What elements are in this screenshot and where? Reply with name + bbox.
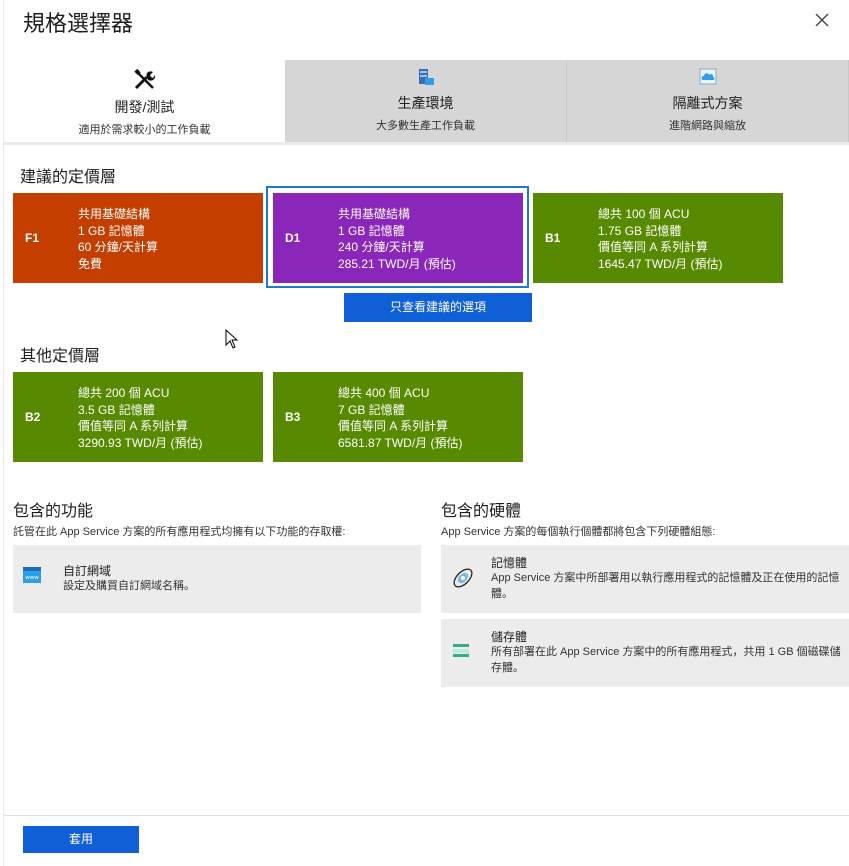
tier-details: 總共 100 個 ACU 1.75 GB 記憶體 價值等同 A 系列計算 164… <box>598 206 722 272</box>
tier-line: 240 分鐘/天計算 <box>338 240 425 254</box>
feature-desc: 設定及購買自訂網域名稱。 <box>63 580 195 592</box>
mouse-cursor-icon <box>225 329 239 349</box>
footer-divider <box>4 815 849 816</box>
memory-icon <box>453 568 473 588</box>
tab-isolated[interactable]: 隔離式方案 進階網路與縮放 <box>567 60 849 142</box>
hardware-desc-storage: 所有部署在此 App Service 方案中的所有應用程式，共用 1 GB 個磁… <box>491 646 841 674</box>
other-title: 其他定價層 <box>20 348 101 365</box>
tab-isolated-sub: 進階網路與縮放 <box>669 120 746 132</box>
tier-code: B3 <box>285 410 301 424</box>
tier-line: 1 GB 記憶體 <box>338 223 405 238</box>
apply-button[interactable]: 套用 <box>23 826 139 853</box>
tier-details: 共用基礎結構 1 GB 記憶體 240 分鐘/天計算 285.21 TWD/月 … <box>338 206 456 272</box>
tier-card-b1[interactable]: B1 總共 100 個 ACU 1.75 GB 記憶體 價值等同 A 系列計算 … <box>533 193 783 283</box>
tier-code: B2 <box>25 410 41 424</box>
hardware-title-storage: 儲存體 <box>491 630 528 644</box>
hardware-title-memory: 記憶體 <box>491 556 528 570</box>
tier-line: 總共 100 個 ACU <box>598 207 690 221</box>
tier-card-b2[interactable]: B2 總共 200 個 ACU 3.5 GB 記憶體 價值等同 A 系列計算 3… <box>13 372 263 462</box>
tools-icon <box>133 68 155 90</box>
tier-line: 1.75 GB 記憶體 <box>598 223 682 238</box>
tier-line: 1 GB 記憶體 <box>78 223 145 238</box>
hardware-desc-memory: App Service 方案中所部署用以執行應用程式的記憶體及正在使用的記憶體。 <box>491 572 840 600</box>
tier-line: 6581.87 TWD/月 (預估) <box>338 435 463 450</box>
hardware-card-storage: 儲存體 所有部署在此 App Service 方案中的所有應用程式，共用 1 G… <box>441 619 849 687</box>
tab-dev-test-label: 開發/測試 <box>114 99 175 115</box>
tier-line: 3.5 GB 記憶體 <box>78 402 155 417</box>
hardware-title: 包含的硬體 <box>441 503 522 520</box>
tier-card-b3[interactable]: B3 總共 400 個 ACU 7 GB 記憶體 價值等同 A 系列計算 658… <box>273 372 523 462</box>
tier-card-f1[interactable]: F1 共用基礎結構 1 GB 記憶體 60 分鐘/天計算 免費 <box>13 193 263 283</box>
tab-isolated-label: 隔離式方案 <box>672 95 743 111</box>
tab-production-sub: 大多數生產工作負載 <box>376 120 475 132</box>
tier-code: B1 <box>545 231 561 245</box>
tier-card-d1[interactable]: D1 共用基礎結構 1 GB 記憶體 240 分鐘/天計算 285.21 TWD… <box>273 193 523 283</box>
close-icon[interactable] <box>812 10 832 30</box>
tier-line: 共用基礎結構 <box>78 207 151 221</box>
feature-card-custom-domain: www 自訂網域 設定及購買自訂網域名稱。 <box>13 545 421 613</box>
tier-line: 價值等同 A 系列計算 <box>598 240 709 254</box>
tier-category-tabs: 開發/測試 適用於需求較小的工作負載 生產環境 大多數生產工作負載 隔離式方案 … <box>4 60 849 142</box>
tier-line: 3290.93 TWD/月 (預估) <box>78 435 203 450</box>
tier-line: 共用基礎結構 <box>338 207 411 221</box>
tab-production-label: 生產環境 <box>397 95 454 111</box>
tier-line: 價值等同 A 系列計算 <box>78 419 189 433</box>
tab-dev-test-sub: 適用於需求較小的工作負載 <box>78 124 211 136</box>
dialog-title: 規格選擇器 <box>23 11 134 36</box>
tier-line: 免費 <box>78 256 103 271</box>
feature-title: 自訂網域 <box>63 564 112 578</box>
tabs-divider <box>4 142 849 145</box>
tier-line: 價值等同 A 系列計算 <box>338 419 449 433</box>
features-title: 包含的功能 <box>13 503 94 520</box>
storage-icon <box>453 644 469 657</box>
hardware-card-memory: 記憶體 App Service 方案中所部署用以執行應用程式的記憶體及正在使用的… <box>441 545 849 613</box>
tier-details: 總共 400 個 ACU 7 GB 記憶體 價值等同 A 系列計算 6581.8… <box>338 385 462 451</box>
tier-line: 60 分鐘/天計算 <box>78 240 159 254</box>
show-recommended-button[interactable]: 只查看建議的選項 <box>344 293 532 322</box>
tier-code: D1 <box>285 231 301 245</box>
tier-details: 共用基礎結構 1 GB 記憶體 60 分鐘/天計算 免費 <box>78 206 158 272</box>
tier-line: 1645.47 TWD/月 (預估) <box>598 256 723 271</box>
features-desc: 託管在此 App Service 方案的所有應用程式均擁有以下功能的存取權: <box>13 526 346 538</box>
tier-line: 總共 400 個 ACU <box>338 386 430 400</box>
tier-line: 7 GB 記憶體 <box>338 402 405 417</box>
tier-details: 總共 200 個 ACU 3.5 GB 記憶體 價值等同 A 系列計算 3290… <box>78 385 202 451</box>
tier-line: 總共 200 個 ACU <box>78 386 170 400</box>
server-icon <box>418 69 434 85</box>
tier-code: F1 <box>25 231 40 245</box>
tab-production[interactable]: 生產環境 大多數生產工作負載 <box>285 60 567 142</box>
hardware-desc: App Service 方案的每個執行個體都將包含下列硬體組態: <box>441 526 716 538</box>
svg-text:www: www <box>25 575 39 581</box>
www-icon: www <box>23 567 41 583</box>
recommended-title: 建議的定價層 <box>20 169 117 186</box>
tier-line: 285.21 TWD/月 (預估) <box>338 256 456 271</box>
cloud-icon <box>699 68 716 85</box>
tab-dev-test[interactable]: 開發/測試 適用於需求較小的工作負載 <box>4 60 285 142</box>
